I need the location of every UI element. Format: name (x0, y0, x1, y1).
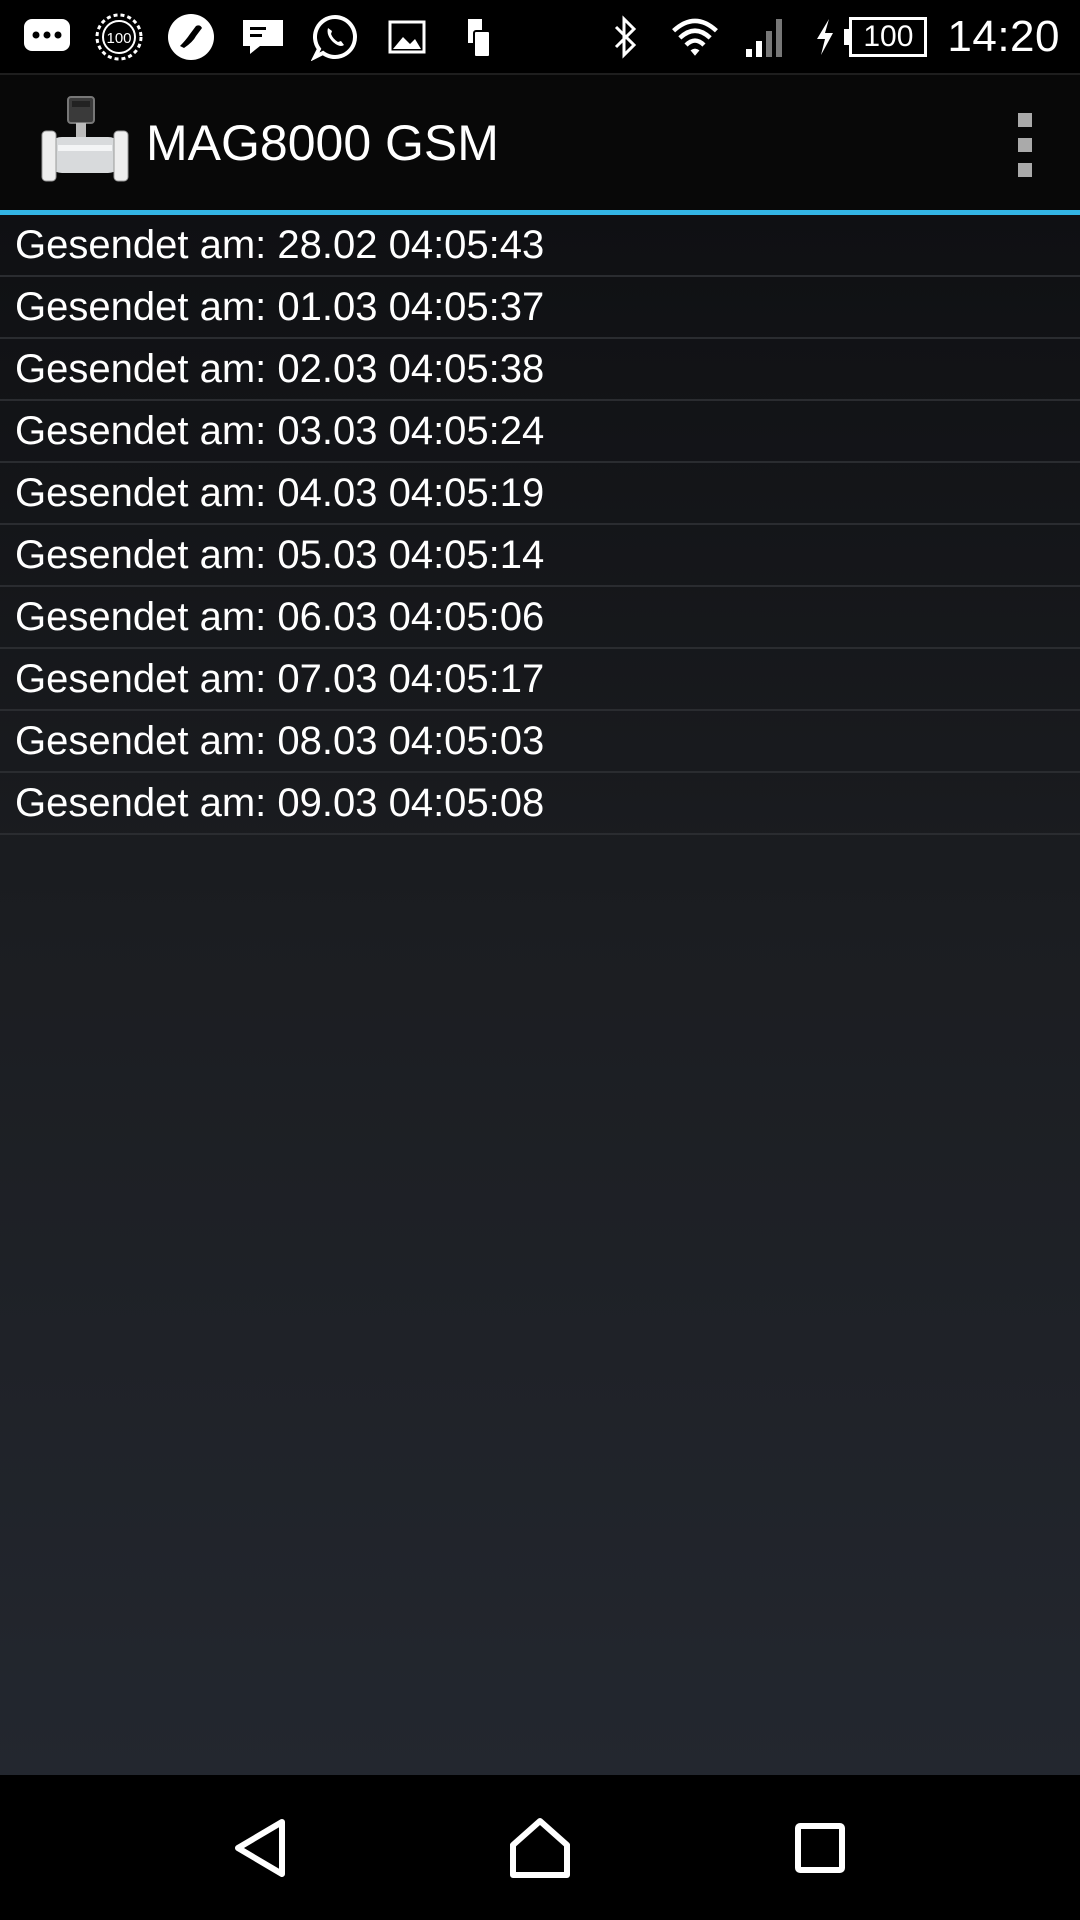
app-title: MAG8000 GSM (146, 114, 499, 171)
list-item[interactable]: Gesendet am: 06.03 04:05:06 (0, 587, 1080, 649)
list-item[interactable]: Gesendet am: 03.03 04:05:24 (0, 401, 1080, 463)
list-item[interactable]: Gesendet am: 09.03 04:05:08 (0, 773, 1080, 835)
overflow-dot (1018, 138, 1032, 152)
battery-indicator: 100 (810, 12, 928, 62)
action-bar: MAG8000 GSM (0, 73, 1080, 210)
phone-device-icon (454, 12, 504, 62)
list-item[interactable]: Gesendet am: 28.02 04:05:43 (0, 215, 1080, 277)
list-item[interactable]: Gesendet am: 07.03 04:05:17 (0, 649, 1080, 711)
cellular-signal-icon (740, 12, 790, 62)
data-usage-100-icon: 100 (94, 12, 144, 62)
clock: 14:20 (947, 11, 1060, 61)
svg-text:100: 100 (106, 30, 131, 47)
status-bar: 100 100 14:20 (0, 0, 1080, 73)
gallery-icon (382, 12, 432, 62)
list-item[interactable]: Gesendet am: 04.03 04:05:19 (0, 463, 1080, 525)
status-bar-system: 100 14:20 (580, 12, 1060, 62)
message-icon (238, 12, 288, 62)
list-item[interactable]: Gesendet am: 02.03 04:05:38 (0, 339, 1080, 401)
home-icon[interactable] (490, 1798, 590, 1898)
list-item[interactable]: Gesendet am: 08.03 04:05:03 (0, 711, 1080, 773)
charging-icon (810, 12, 840, 62)
main-content: Gesendet am: 28.02 04:05:43 Gesendet am:… (0, 215, 1080, 1775)
overflow-dot (1018, 163, 1032, 177)
list-item[interactable]: Gesendet am: 05.03 04:05:14 (0, 525, 1080, 587)
overflow-menu-icon[interactable] (1010, 113, 1040, 177)
sent-messages-list: Gesendet am: 28.02 04:05:43 Gesendet am:… (0, 215, 1080, 835)
music-app-icon (166, 12, 216, 62)
back-icon[interactable] (210, 1798, 310, 1898)
overflow-dot (1018, 113, 1032, 127)
navigation-bar (0, 1775, 1080, 1920)
bluetooth-icon (600, 12, 650, 62)
recents-icon[interactable] (770, 1798, 870, 1898)
battery-level: 100 (849, 16, 928, 57)
wifi-icon (670, 12, 720, 62)
status-bar-notifications: 100 (22, 12, 526, 62)
chat-notification-icon (22, 12, 72, 62)
flow-meter-icon[interactable] (40, 93, 130, 193)
whatsapp-icon (310, 12, 360, 62)
list-item[interactable]: Gesendet am: 01.03 04:05:37 (0, 277, 1080, 339)
